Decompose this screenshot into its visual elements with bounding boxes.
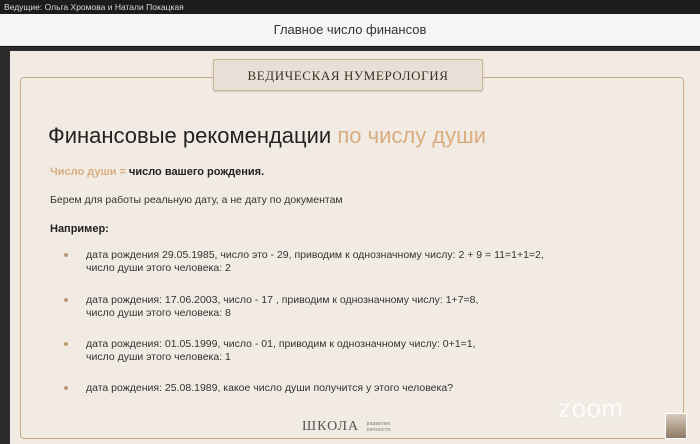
example-line: дата рождения: 01.05.1999, число - 01, п… (86, 338, 476, 350)
bullet-dot-icon (64, 386, 68, 390)
logo-subtitle: развития личности (367, 421, 391, 433)
slide-headline: Финансовые рекомендации по числу души (48, 123, 486, 149)
example-line: дата рождения 29.05.1985, число это - 29… (86, 249, 544, 261)
hosts-bar: Ведущие: Ольга Хромова и Натали Покацкая (0, 0, 700, 14)
example-line: дата рождения: 25.08.1989, какое число д… (86, 382, 454, 394)
window-title: Главное число финансов (273, 22, 427, 37)
example-line: число души этого человека: 1 (86, 351, 231, 363)
example-line: число души этого человека: 8 (86, 307, 231, 319)
window-title-bar: Главное число финансов (0, 14, 700, 46)
school-logo: ШКОЛА развития личности (302, 419, 390, 435)
list-item: дата рождения: 25.08.1989, какое число д… (62, 382, 453, 395)
bullet-dot-icon (64, 342, 68, 346)
bullet-dot-icon (64, 253, 68, 257)
slide-header-tab: ВЕДИЧЕСКАЯ НУМЕРОЛОГИЯ (213, 59, 483, 91)
headline-main: Финансовые рекомендации (48, 123, 332, 148)
soul-label: Число души = (50, 166, 126, 178)
presentation-slide: ВЕДИЧЕСКАЯ НУМЕРОЛОГИЯ Финансовые рекоме… (10, 51, 700, 444)
logo-text: ШКОЛА (302, 419, 360, 434)
participant-thumbnail[interactable] (665, 413, 687, 439)
example-heading: Например: (50, 223, 109, 235)
hosts-label: Ведущие: Ольга Хромова и Натали Покацкая (4, 2, 184, 12)
list-item: дата рождения: 17.06.2003, число - 17 , … (62, 294, 478, 320)
headline-accent: по числу души (337, 123, 487, 148)
soul-number-definition: Число души = число вашего рождения. (50, 166, 264, 178)
soul-desc: число вашего рождения. (128, 166, 265, 178)
logo-sub-line2: личности (366, 426, 391, 433)
slide-header: ВЕДИЧЕСКАЯ НУМЕРОЛОГИЯ (247, 68, 449, 83)
example-line: дата рождения: 17.06.2003, число - 17 , … (86, 294, 479, 306)
bullet-dot-icon (64, 298, 68, 302)
zoom-watermark: zoom (558, 393, 624, 423)
date-note: Берем для работы реальную дату, а не дат… (50, 194, 343, 206)
list-item: дата рождения 29.05.1985, число это - 29… (62, 249, 544, 275)
video-stage: ВЕДИЧЕСКАЯ НУМЕРОЛОГИЯ Финансовые рекоме… (0, 47, 700, 444)
list-item: дата рождения: 01.05.1999, число - 01, п… (62, 338, 476, 364)
example-line: число души этого человека: 2 (86, 262, 231, 274)
